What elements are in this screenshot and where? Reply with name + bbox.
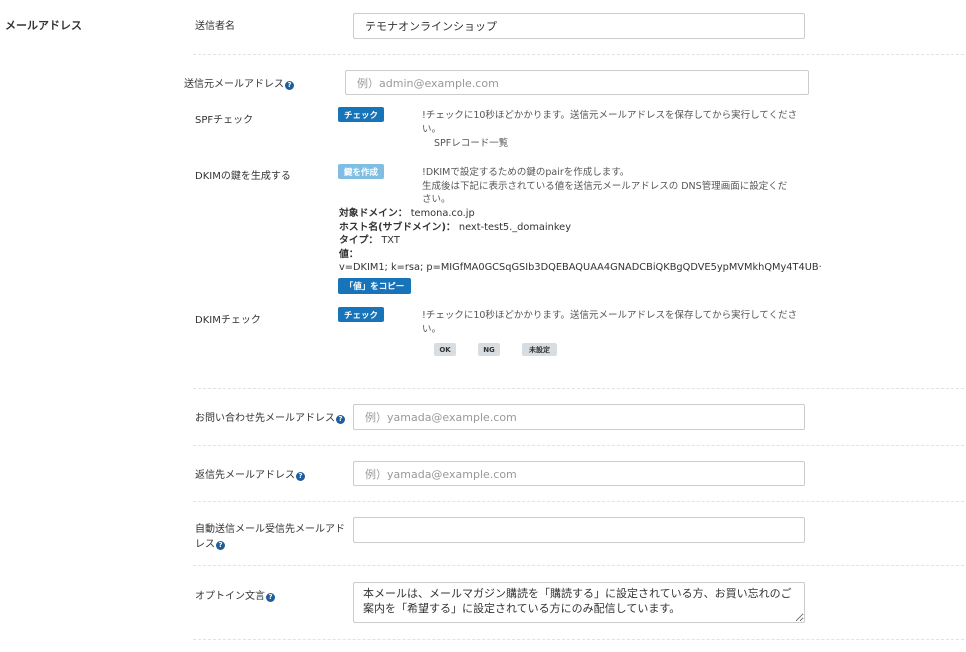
dkim-check-button[interactable]: チェック bbox=[338, 307, 384, 322]
sender-name-label: 送信者名 bbox=[195, 21, 235, 32]
question-circle-icon[interactable]: ? bbox=[216, 541, 225, 550]
sender-email-label: 送信元メールアドレス? bbox=[184, 75, 294, 90]
divider bbox=[193, 565, 964, 566]
divider bbox=[193, 501, 964, 502]
spf-note-text: チェックに10秒ほどかかります。送信元メールアドレスを保存してから実行してくださ… bbox=[422, 110, 798, 135]
question-circle-icon[interactable]: ? bbox=[296, 472, 305, 481]
type-key: タイプ： bbox=[339, 235, 379, 247]
divider bbox=[193, 445, 964, 446]
auto-email-input[interactable] bbox=[353, 517, 805, 543]
sender-name-input[interactable]: テモナオンラインショップ bbox=[353, 13, 805, 39]
dkim-check-label: DKIMチェック bbox=[195, 315, 261, 326]
dkim-key-info: 対象ドメイン： temona.co.jp ホスト名(サブドメイン)： next-… bbox=[339, 207, 821, 275]
dkim-value: v=DKIM1; k=rsa; p=MIGfMA0GCSqGSIb3DQEBAQ… bbox=[339, 262, 821, 274]
divider bbox=[193, 639, 964, 640]
reply-email-label-text: 返信先メールアドレス bbox=[195, 470, 295, 481]
domain-key: 対象ドメイン： bbox=[339, 208, 408, 219]
dkim-note-line1: DKIMで設定するための鍵のpairを作成します。 bbox=[425, 167, 630, 178]
spf-note: !チェックに10秒ほどかかります。送信元メールアドレスを保存してから実行してくだ… bbox=[422, 109, 816, 136]
sender-email-input[interactable]: 例）admin@example.com bbox=[345, 70, 809, 95]
status-badge-ok: OK bbox=[434, 343, 456, 356]
value-key: 値： bbox=[339, 248, 359, 260]
reply-email-label: 返信先メールアドレス? bbox=[195, 466, 305, 481]
spf-check-label: SPFチェック bbox=[195, 115, 254, 126]
reply-email-input[interactable]: 例）yamada@example.com bbox=[353, 461, 805, 486]
question-circle-icon[interactable]: ? bbox=[285, 81, 294, 90]
dkim-generate-note: !DKIMで設定するための鍵のpairを作成します。 生成後は下記に表示されてい… bbox=[422, 166, 790, 207]
inquiry-email-input[interactable]: 例）yamada@example.com bbox=[353, 404, 805, 430]
inquiry-email-label-text: お問い合わせ先メールアドレス bbox=[195, 413, 335, 424]
dkim-note-line2: 生成後は下記に表示されている値を送信元メールアドレスの DNS管理画面に設定くだ… bbox=[422, 180, 788, 206]
optin-label: オプトイン文言? bbox=[195, 587, 275, 602]
dkim-generate-label: DKIMの鍵を生成する bbox=[195, 171, 291, 182]
host-key: ホスト名(サブドメイン)： bbox=[339, 221, 456, 233]
status-badge-unset: 未設定 bbox=[522, 343, 557, 356]
copy-value-button[interactable]: 「値」をコピー bbox=[338, 278, 411, 294]
question-circle-icon[interactable]: ? bbox=[336, 415, 345, 424]
type-value: TXT bbox=[381, 235, 400, 247]
domain-value: temona.co.jp bbox=[410, 208, 475, 219]
divider bbox=[193, 388, 964, 389]
host-value: next-test5._domainkey bbox=[458, 221, 571, 233]
dkim-generate-button[interactable]: 鍵を作成 bbox=[338, 164, 384, 179]
auto-email-label-line2: レス bbox=[195, 539, 215, 550]
dkim-check-note-text: チェックに10秒ほどかかります。送信元メールアドレスを保存してから実行してくださ… bbox=[422, 310, 798, 335]
auto-email-label: 自動送信メール受信先メールアド レス? bbox=[195, 522, 345, 552]
auto-email-label-line1: 自動送信メール受信先メールアド bbox=[195, 524, 345, 535]
dkim-check-note: !チェックに10秒ほどかかります。送信元メールアドレスを保存してから実行してくだ… bbox=[422, 309, 816, 336]
spf-check-button[interactable]: チェック bbox=[338, 107, 384, 122]
status-badge-ng: NG bbox=[478, 343, 500, 356]
section-title: メールアドレス bbox=[5, 19, 82, 32]
optin-textarea[interactable]: 本メールは、メールマガジン購読を「購読する」に設定されている方、お買い忘れのご案… bbox=[353, 582, 805, 623]
divider bbox=[193, 54, 964, 55]
question-circle-icon[interactable]: ? bbox=[266, 593, 275, 602]
spf-record-link[interactable]: SPFレコード一覧 bbox=[434, 137, 508, 151]
optin-label-text: オプトイン文言 bbox=[195, 591, 265, 602]
inquiry-email-label: お問い合わせ先メールアドレス? bbox=[195, 409, 345, 424]
sender-email-label-text: 送信元メールアドレス bbox=[184, 79, 284, 90]
